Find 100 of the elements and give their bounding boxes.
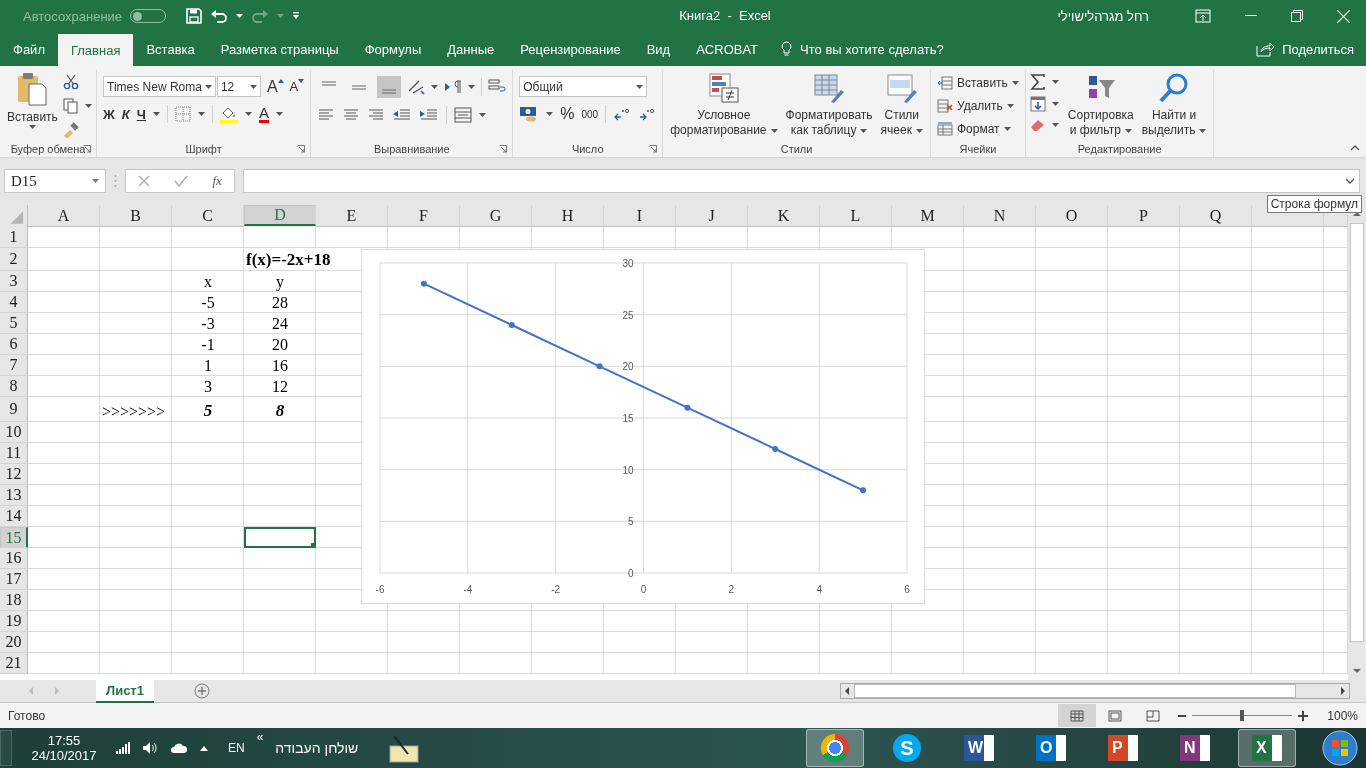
shrink-font-button[interactable]: A — [289, 79, 299, 94]
fill-down-icon[interactable] — [1029, 96, 1046, 112]
column-header[interactable]: H — [532, 205, 604, 227]
caret-icon[interactable] — [244, 112, 252, 116]
percent-button[interactable]: % — [560, 105, 575, 123]
row-header[interactable]: 20 — [0, 632, 28, 653]
add-sheet-icon[interactable] — [194, 683, 210, 699]
column-header[interactable]: K — [748, 205, 820, 227]
zoom-level[interactable]: 100% — [1314, 708, 1366, 723]
ribbon-tab[interactable]: Данные — [434, 32, 508, 66]
style-button[interactable]: Форматировать как таблицу — [782, 70, 876, 140]
italic-button[interactable]: К — [121, 106, 130, 122]
row-header[interactable]: 13 — [0, 485, 28, 506]
taskbar-button[interactable]: X — [1238, 729, 1296, 767]
number-format-dropdown[interactable]: Общий — [519, 76, 648, 97]
font-size-dropdown[interactable]: 12 — [216, 76, 261, 97]
row-header[interactable]: 14 — [0, 506, 28, 527]
caret-icon[interactable] — [1051, 80, 1059, 84]
text-direction-icon[interactable] — [444, 80, 463, 94]
column-header[interactable]: E — [316, 205, 388, 227]
share-button[interactable]: Поделиться — [1274, 32, 1366, 66]
style-button[interactable]: Стили ячеек — [877, 70, 926, 140]
ribbon-tab[interactable]: ACROBAT — [683, 32, 772, 66]
thousands-button[interactable]: 000 — [581, 108, 599, 120]
drag-handle-icon[interactable] — [114, 174, 117, 188]
view-button[interactable] — [1058, 704, 1096, 727]
column-header[interactable]: P — [1108, 205, 1180, 227]
column-header[interactable]: Q — [1180, 205, 1252, 227]
column-header[interactable]: J — [676, 205, 748, 227]
row-header[interactable]: 18 — [0, 590, 28, 611]
clock-date[interactable]: 24/10/2017 — [31, 748, 97, 763]
autosum-icon[interactable] — [1029, 74, 1046, 90]
cells-menu-button[interactable]: Удалить — [936, 95, 1014, 117]
scroll-down-icon[interactable] — [1353, 668, 1361, 674]
format-painter-icon[interactable] — [62, 122, 79, 138]
dialog-launcher-icon[interactable] — [297, 145, 306, 153]
sheet-tab[interactable]: Лист1 — [96, 679, 154, 703]
minimize-icon[interactable] — [1245, 15, 1257, 17]
edit-menu-button[interactable]: Найти и выделить — [1138, 70, 1210, 140]
undo-icon[interactable] — [210, 8, 229, 24]
zoom-out-icon[interactable] — [1178, 714, 1186, 717]
column-header[interactable]: G — [460, 205, 532, 227]
column-header[interactable]: N — [964, 205, 1036, 227]
close-icon[interactable] — [1337, 9, 1350, 23]
caret-icon[interactable] — [1051, 102, 1059, 106]
selected-cell[interactable] — [244, 527, 316, 548]
zoom-in-icon[interactable] — [1298, 710, 1308, 721]
caret-icon[interactable] — [84, 104, 92, 108]
fill-color-icon[interactable] — [219, 105, 238, 123]
increase-indent-icon[interactable] — [419, 108, 440, 122]
wrap-text-icon[interactable] — [488, 79, 507, 95]
column-header[interactable]: L — [820, 205, 892, 227]
ribbon-display-icon[interactable] — [1195, 9, 1211, 23]
row-header[interactable]: 11 — [0, 443, 28, 464]
eraser-icon[interactable] — [1029, 118, 1046, 132]
caret-icon[interactable] — [249, 84, 257, 89]
row-header[interactable]: 12 — [0, 464, 28, 485]
column-header[interactable]: O — [1036, 205, 1108, 227]
orientation-icon[interactable] — [407, 79, 426, 95]
column-header[interactable]: F — [388, 205, 460, 227]
ribbon-tab[interactable]: Главная — [57, 34, 134, 66]
speaker-icon[interactable] — [142, 741, 158, 755]
scroll-right-icon[interactable] — [1340, 687, 1346, 695]
caret-icon[interactable] — [152, 112, 160, 116]
column-header[interactable]: M — [892, 205, 964, 227]
cloud-icon[interactable] — [170, 742, 188, 754]
taskbar-button[interactable] — [806, 729, 864, 767]
name-box[interactable]: D15 — [4, 169, 106, 193]
share-icon[interactable] — [1256, 41, 1275, 57]
customize-icon[interactable] — [292, 12, 301, 20]
row-header[interactable]: 10 — [0, 422, 28, 443]
taskbar-button[interactable]: O — [1022, 729, 1080, 767]
tell-me-field[interactable]: Что вы хотите сделать? — [798, 32, 983, 66]
taskbar-button[interactable]: N — [1166, 729, 1224, 767]
style-button[interactable]: Условное форматирование — [667, 70, 781, 140]
copy-icon[interactable] — [62, 98, 79, 114]
caret-icon[interactable] — [546, 112, 554, 116]
taskbar-button[interactable]: P — [1094, 729, 1152, 767]
row-header[interactable]: 4 — [0, 292, 28, 313]
row-header[interactable]: 1 — [0, 227, 28, 248]
caret-icon[interactable] — [204, 84, 212, 89]
caret-icon[interactable] — [479, 113, 487, 117]
caret-icon[interactable] — [636, 84, 644, 89]
taskbar-button[interactable]: W — [950, 729, 1008, 767]
cells-menu-button[interactable]: Вставить — [936, 72, 1019, 94]
row-header[interactable]: 7 — [0, 355, 28, 376]
font-name-dropdown[interactable]: Times New Roma — [103, 76, 216, 97]
row-header[interactable]: 3 — [0, 271, 28, 292]
row-header[interactable]: 17 — [0, 569, 28, 590]
signal-icon[interactable] — [116, 742, 130, 754]
decrease-indent-icon[interactable] — [392, 108, 413, 122]
row-header[interactable]: 8 — [0, 376, 28, 397]
clock-time[interactable]: 17:55 — [47, 733, 81, 748]
dialog-launcher-icon[interactable] — [649, 145, 658, 153]
caret-icon[interactable] — [200, 745, 208, 751]
ribbon-tab[interactable]: Формулы — [351, 32, 435, 66]
horizontal-scrollbar[interactable] — [840, 683, 1350, 699]
column-header[interactable]: D — [244, 205, 316, 226]
column-header[interactable]: B — [100, 205, 172, 227]
cells-menu-button[interactable]: Формат — [936, 118, 1011, 140]
